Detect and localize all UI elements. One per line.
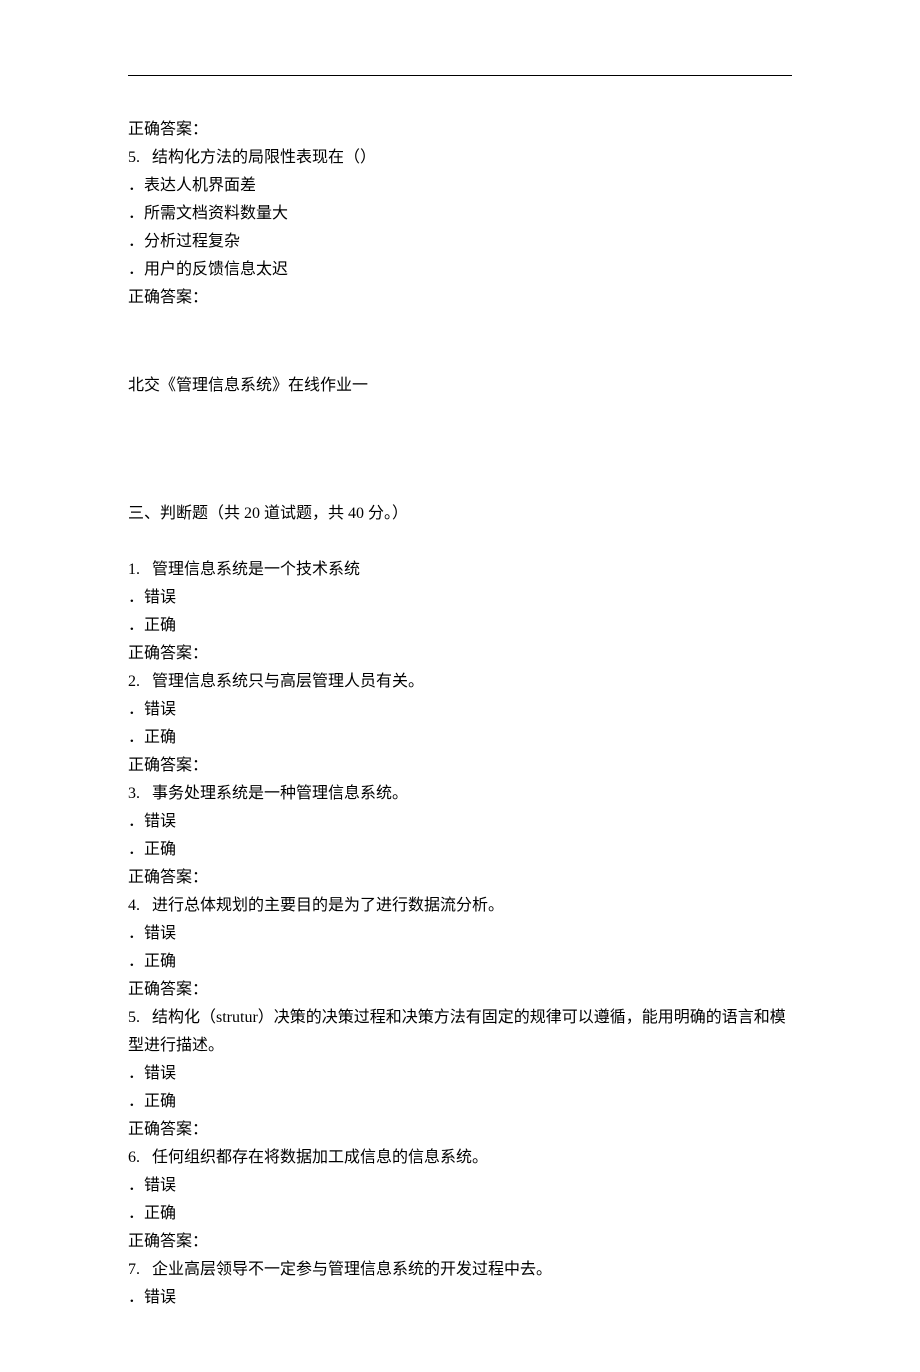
tf-q7-opt-a-text: 错误 bbox=[144, 1289, 176, 1306]
tf-q4-opt-a-text: 错误 bbox=[144, 925, 176, 942]
tf-question-4: 4. 进行总体规划的主要目的是为了进行数据流分析。 bbox=[128, 892, 792, 920]
horizontal-divider bbox=[128, 75, 792, 76]
tf-q2-opt-b-text: 正确 bbox=[144, 729, 176, 746]
tf-q3-num: 3. bbox=[128, 785, 140, 802]
tf-q7-text: 企业高层领导不一定参与管理信息系统的开发过程中去。 bbox=[152, 1261, 552, 1278]
mc-q5-opt-b-text: 所需文档资料数量大 bbox=[144, 205, 288, 222]
tf-question-3: 3. 事务处理系统是一种管理信息系统。 bbox=[128, 780, 792, 808]
mc-q5-opt-a: ．表达人机界面差 bbox=[128, 172, 792, 200]
mc-q5-answer-label: 正确答案： bbox=[128, 284, 792, 312]
tf-q4-opt-a: ．错误 bbox=[128, 920, 792, 948]
tf-q6-opt-b-text: 正确 bbox=[144, 1205, 176, 1222]
prev-answer-label: 正确答案： bbox=[128, 116, 792, 144]
tf-q1-opt-b-text: 正确 bbox=[144, 617, 176, 634]
tf-q6-answer-label: 正确答案： bbox=[128, 1228, 792, 1256]
tf-q2-text: 管理信息系统只与高层管理人员有关。 bbox=[152, 673, 424, 690]
tf-q6-num: 6. bbox=[128, 1149, 140, 1166]
tf-q3-opt-b-text: 正确 bbox=[144, 841, 176, 858]
tf-q2-opt-a: ．错误 bbox=[128, 696, 792, 724]
tf-q6-text: 任何组织都存在将数据加工成信息的信息系统。 bbox=[152, 1149, 488, 1166]
mc-q5-text: 结构化方法的局限性表现在（） bbox=[152, 149, 376, 166]
tf-q5-answer-label: 正确答案： bbox=[128, 1116, 792, 1144]
tf-q3-opt-a-text: 错误 bbox=[144, 813, 176, 830]
tf-q1-opt-a: ．错误 bbox=[128, 584, 792, 612]
tf-q1-opt-b: ．正确 bbox=[128, 612, 792, 640]
tf-q6-opt-a-text: 错误 bbox=[144, 1177, 176, 1194]
mc-q5-num: 5. bbox=[128, 149, 140, 166]
tf-question-7: 7. 企业高层领导不一定参与管理信息系统的开发过程中去。 bbox=[128, 1256, 792, 1284]
mc-q5-opt-c: ．分析过程复杂 bbox=[128, 228, 792, 256]
tf-q5-text: 结构化（strutur）决策的决策过程和决策方法有固定的规律可以遵循，能用明确的… bbox=[128, 1009, 786, 1054]
tf-q4-opt-b: ．正确 bbox=[128, 948, 792, 976]
mc-question-5: 5. 结构化方法的局限性表现在（） bbox=[128, 144, 792, 172]
tf-q5-opt-a-text: 错误 bbox=[144, 1065, 176, 1082]
mc-q5-opt-d: ．用户的反馈信息太迟 bbox=[128, 256, 792, 284]
tf-q5-opt-b: ．正确 bbox=[128, 1088, 792, 1116]
tf-q1-num: 1. bbox=[128, 561, 140, 578]
tf-q4-text: 进行总体规划的主要目的是为了进行数据流分析。 bbox=[152, 897, 504, 914]
mc-q5-opt-b: ．所需文档资料数量大 bbox=[128, 200, 792, 228]
tf-q3-opt-b: ．正确 bbox=[128, 836, 792, 864]
tf-q4-answer-label: 正确答案： bbox=[128, 976, 792, 1004]
tf-q5-opt-a: ．错误 bbox=[128, 1060, 792, 1088]
tf-q1-opt-a-text: 错误 bbox=[144, 589, 176, 606]
tf-q3-text: 事务处理系统是一种管理信息系统。 bbox=[152, 785, 408, 802]
section-3-heading: 三、判断题（共 20 道试题，共 40 分。） bbox=[128, 500, 792, 528]
tf-question-2: 2. 管理信息系统只与高层管理人员有关。 bbox=[128, 668, 792, 696]
tf-q2-num: 2. bbox=[128, 673, 140, 690]
tf-q5-num: 5. bbox=[128, 1009, 140, 1026]
mc-q5-opt-d-text: 用户的反馈信息太迟 bbox=[144, 261, 288, 278]
tf-q6-opt-b: ．正确 bbox=[128, 1200, 792, 1228]
tf-question-5: 5. 结构化（strutur）决策的决策过程和决策方法有固定的规律可以遵循，能用… bbox=[128, 1004, 792, 1060]
tf-q4-opt-b-text: 正确 bbox=[144, 953, 176, 970]
tf-q2-opt-a-text: 错误 bbox=[144, 701, 176, 718]
tf-q1-answer-label: 正确答案： bbox=[128, 640, 792, 668]
tf-question-1: 1. 管理信息系统是一个技术系统 bbox=[128, 556, 792, 584]
tf-q5-opt-b-text: 正确 bbox=[144, 1093, 176, 1110]
assignment-title: 北交《管理信息系统》在线作业一 bbox=[128, 372, 792, 400]
tf-q2-opt-b: ．正确 bbox=[128, 724, 792, 752]
tf-question-6: 6. 任何组织都存在将数据加工成信息的信息系统。 bbox=[128, 1144, 792, 1172]
tf-q1-text: 管理信息系统是一个技术系统 bbox=[152, 561, 360, 578]
tf-q4-num: 4. bbox=[128, 897, 140, 914]
mc-q5-opt-c-text: 分析过程复杂 bbox=[144, 233, 240, 250]
tf-q6-opt-a: ．错误 bbox=[128, 1172, 792, 1200]
mc-q5-opt-a-text: 表达人机界面差 bbox=[144, 177, 256, 194]
tf-q3-answer-label: 正确答案： bbox=[128, 864, 792, 892]
tf-q7-opt-a: ．错误 bbox=[128, 1284, 792, 1312]
tf-q3-opt-a: ．错误 bbox=[128, 808, 792, 836]
tf-q7-num: 7. bbox=[128, 1261, 140, 1278]
tf-q2-answer-label: 正确答案： bbox=[128, 752, 792, 780]
